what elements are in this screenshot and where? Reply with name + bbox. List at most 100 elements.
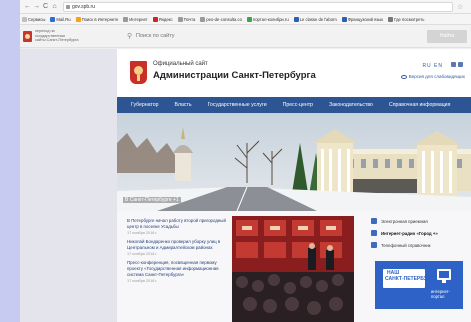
bookmark-item[interactable]: peo-de-consulta.co bbox=[200, 16, 242, 22]
bookmark-item[interactable]: Mail.Ru bbox=[50, 16, 71, 22]
bookmarks-bar: Сервисы Mail.Ru Поиск в Интернете Интернет Я… bbox=[20, 14, 471, 25]
bookmark-label: Яндекс bbox=[158, 16, 173, 22]
link-icon bbox=[371, 230, 377, 236]
social-icon[interactable] bbox=[451, 62, 456, 67]
search-icon: ⚲ bbox=[127, 33, 133, 40]
sidebar-links: Электронная приемная Интернет-радио «Горо… bbox=[371, 218, 471, 254]
news-title[interactable]: В Петербурге начал работу второй пригоро… bbox=[127, 218, 227, 230]
bookmark-item[interactable]: Сервисы bbox=[22, 16, 46, 22]
site-subtitle: Официальный сайт bbox=[153, 61, 208, 67]
link-icon bbox=[371, 242, 377, 248]
bookmark-label: Почта bbox=[183, 16, 196, 22]
desktop-background-left bbox=[0, 0, 20, 322]
bookmark-label: Интернет bbox=[129, 16, 148, 22]
gov-emblem-icon[interactable] bbox=[23, 30, 32, 42]
accessibility-version-label: Версия для слабовидящих bbox=[408, 74, 465, 79]
eye-icon bbox=[400, 74, 407, 79]
news-title[interactable]: Пресс-конференция, посвященная первому п… bbox=[127, 260, 227, 278]
url-field[interactable]: gov.spb.ru bbox=[63, 1, 453, 12]
forward-icon[interactable]: → bbox=[32, 0, 41, 14]
search-input[interactable] bbox=[136, 33, 416, 39]
bookmark-favicon-icon bbox=[177, 16, 183, 22]
nash-spb-banner[interactable]: НАШ САНКТ-ПЕТЕРБУРГ интернет-портал bbox=[375, 261, 463, 309]
bookmark-favicon-icon bbox=[152, 16, 158, 22]
news-item[interactable]: В Петербурге начал работу второй пригоро… bbox=[127, 218, 227, 235]
spb-coat-of-arms-icon[interactable] bbox=[130, 61, 147, 84]
sidebar-link-label: Телефонный справочник bbox=[381, 242, 431, 248]
site-header: Официальный сайт Администрации Санкт-Пет… bbox=[117, 49, 471, 97]
news-title[interactable]: Николай Бондаренко проверил уборку улиц … bbox=[127, 239, 227, 251]
url-text: gov.spb.ru bbox=[72, 3, 95, 10]
bookmark-label: peo-de-consulta.co bbox=[206, 16, 242, 22]
news-item[interactable]: Пресс-конференция, посвященная первому п… bbox=[127, 260, 227, 283]
find-button[interactable]: Найти bbox=[427, 29, 467, 43]
bookmark-favicon-icon bbox=[341, 16, 347, 22]
monitor-icon bbox=[437, 269, 451, 283]
bookmark-favicon-icon bbox=[246, 16, 252, 22]
news-date: 17 ноября 2016 г. bbox=[127, 231, 158, 235]
gov-portal-text[interactable]: переход на государственные сайты Санкт-П… bbox=[35, 29, 85, 42]
banner-portal-text: интернет-портал bbox=[431, 289, 450, 299]
hero-banner[interactable]: В Санкт-Петербурге +1 bbox=[117, 113, 471, 211]
sidebar-link-label: Электронная приемная bbox=[381, 218, 428, 224]
bookmark-label: Поиск в Интернете bbox=[81, 16, 119, 22]
bookmark-label: Mail.Ru bbox=[56, 16, 71, 22]
site-search: ⚲ bbox=[127, 30, 427, 42]
language-switch[interactable]: RU EN bbox=[422, 63, 443, 69]
reload-icon[interactable]: C bbox=[41, 0, 50, 14]
sidebar-link[interactable]: Интернет-радио «Город +» bbox=[371, 230, 471, 236]
content-area: В Петербурге начал работу второй пригоро… bbox=[117, 211, 471, 322]
back-icon[interactable]: ← bbox=[23, 0, 32, 14]
main-menu: Губернатор Власть Государственные услуги Пр… bbox=[117, 97, 471, 113]
sidebar-link-label: Интернет-радио «Город +» bbox=[381, 230, 438, 236]
bookmark-favicon-icon bbox=[293, 16, 299, 22]
news-item[interactable]: Николай Бондаренко проверил уборку улиц … bbox=[127, 239, 227, 256]
menu-item[interactable]: Губернатор bbox=[131, 102, 159, 108]
link-icon bbox=[371, 218, 377, 224]
news-list: В Петербурге начал работу второй пригоро… bbox=[127, 218, 227, 287]
bookmark-favicon-icon bbox=[200, 16, 206, 22]
news-date: 17 ноября 2016 г. bbox=[127, 279, 158, 283]
bookmark-label: портал-колибри.ru bbox=[252, 16, 289, 22]
bookmark-item[interactable]: Где посмотреть bbox=[388, 16, 425, 22]
bookmark-item[interactable]: Поиск в Интернете bbox=[75, 16, 119, 22]
news-photo[interactable] bbox=[232, 216, 354, 322]
site-content: Официальный сайт Администрации Санкт-Пет… bbox=[117, 49, 471, 322]
bookmark-label: Сервисы bbox=[28, 16, 46, 22]
gov-portal-strip: переход на государственные сайты Санкт-П… bbox=[20, 25, 471, 48]
site-title[interactable]: Администрации Санкт-Петербурга bbox=[153, 70, 316, 81]
browser-window: ← → C ⌂ gov.spb.ru ☆ Сервисы Mail.Ru Поиск… bbox=[20, 0, 471, 322]
sidebar-link[interactable]: Телефонный справочник bbox=[371, 242, 471, 248]
accessibility-version-link[interactable]: Версия для слабовидящих bbox=[400, 74, 465, 79]
bookmark-favicon-icon bbox=[75, 16, 81, 22]
menu-item[interactable]: Законодательство bbox=[329, 102, 373, 108]
menu-item[interactable]: Власть bbox=[175, 102, 192, 108]
home-icon[interactable]: ⌂ bbox=[50, 0, 59, 14]
hero-caption: В Санкт-Петербурге +1 bbox=[123, 197, 181, 203]
bookmark-item[interactable]: Интернет bbox=[123, 16, 148, 22]
bookmark-star-icon[interactable]: ☆ bbox=[457, 3, 463, 11]
bookmark-label: Французский язык bbox=[347, 16, 384, 22]
menu-item[interactable]: Пресс-центр bbox=[283, 102, 313, 108]
site-page: Официальный сайт Администрации Санкт-Пет… bbox=[20, 49, 471, 322]
menu-item[interactable]: Справочная информация bbox=[389, 102, 450, 108]
bookmark-item[interactable]: Почта bbox=[177, 16, 196, 22]
bookmark-item[interactable]: портал-колибри.ru bbox=[246, 16, 289, 22]
bookmark-favicon-icon bbox=[123, 16, 129, 22]
bookmark-favicon-icon bbox=[388, 16, 394, 22]
menu-item[interactable]: Государственные услуги bbox=[208, 102, 267, 108]
bookmark-label: Le classe de l'aborn bbox=[299, 16, 337, 22]
press-conference-photo bbox=[232, 216, 354, 322]
bookmark-favicon-icon bbox=[50, 16, 56, 22]
address-bar-row: ← → C ⌂ gov.spb.ru ☆ bbox=[20, 0, 471, 14]
social-icon[interactable] bbox=[458, 62, 463, 67]
bookmark-item[interactable]: Французский язык bbox=[341, 16, 384, 22]
banner-line-2: САНКТ-ПЕТЕРБУРГ bbox=[385, 276, 434, 282]
bookmark-label: Где посмотреть bbox=[394, 16, 425, 22]
bookmark-item[interactable]: Яндекс bbox=[152, 16, 173, 22]
gov-text-line-3: сайты Санкт-Петербурга bbox=[35, 38, 79, 43]
sidebar-link[interactable]: Электронная приемная bbox=[371, 218, 471, 224]
news-date: 17 ноября 2016 г. bbox=[127, 252, 158, 256]
bookmark-item[interactable]: Le classe de l'aborn bbox=[293, 16, 337, 22]
bookmark-favicon-icon bbox=[22, 16, 27, 22]
